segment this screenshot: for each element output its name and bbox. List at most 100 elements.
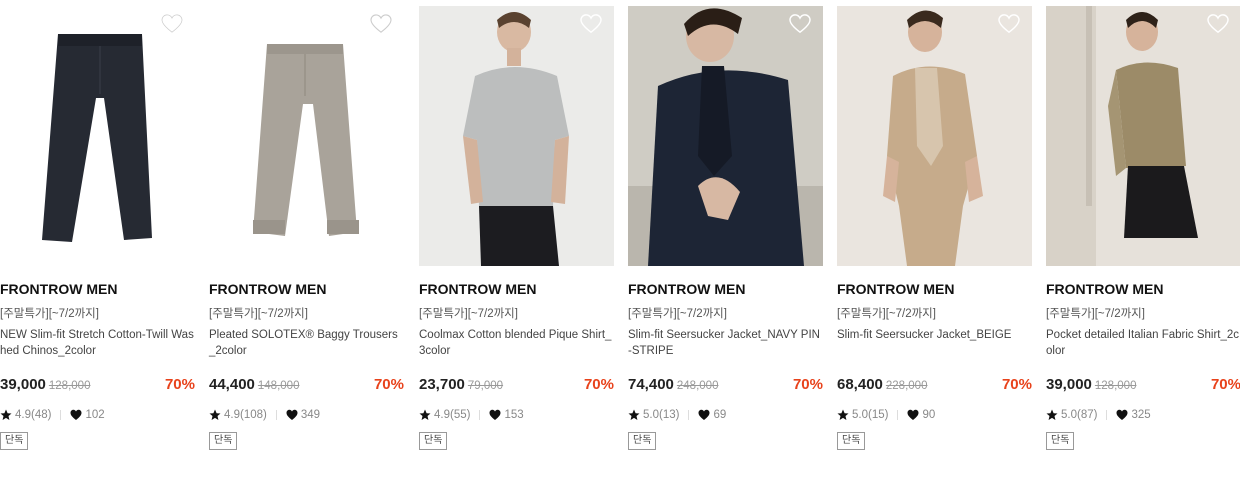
like-heart-icon (70, 409, 82, 420)
rating-text: 4.9(55) (434, 409, 471, 421)
wishlist-heart-icon[interactable] (998, 14, 1020, 34)
price-row: 68,400 228,000 70% (837, 376, 1032, 396)
promo-label: [주말특가][~7/2까지] (209, 308, 308, 320)
original-price: 79,000 (467, 380, 504, 392)
review-meta: 4.9(108) 349 (209, 408, 404, 422)
discount-rate: 70% (1001, 376, 1032, 393)
sale-price: 39,000 (1046, 376, 1092, 393)
review-meta: 5.0(15) 90 (837, 408, 1032, 422)
price-row: 23,700 79,000 70% (419, 376, 614, 396)
meta-divider (479, 410, 481, 420)
discount-rate: 70% (1210, 376, 1240, 393)
discount-rate: 70% (792, 376, 823, 393)
original-price: 228,000 (885, 380, 928, 392)
product-image[interactable] (837, 6, 1032, 266)
product-card[interactable]: FRONTROW MEN [주말특가][~7/2까지] Slim-fit See… (837, 6, 1032, 450)
product-photo (209, 6, 404, 266)
like-count: 153 (504, 409, 524, 421)
original-price: 128,000 (48, 380, 91, 392)
like-count: 325 (1131, 409, 1151, 421)
like-count: 102 (85, 409, 105, 421)
review-meta: 5.0(87) 325 (1046, 408, 1240, 422)
rating-text: 5.0(87) (1061, 409, 1098, 421)
exclusive-badge: 단독 (419, 432, 448, 450)
brand-name[interactable]: FRONTROW MEN (209, 281, 404, 298)
product-card[interactable]: FRONTROW MEN [주말특가][~7/2까지] Coolmax Cott… (419, 6, 614, 450)
product-image[interactable] (0, 6, 195, 266)
promo-label: [주말특가][~7/2까지] (1046, 308, 1145, 320)
wishlist-heart-icon[interactable] (370, 14, 392, 34)
like-heart-icon (907, 409, 919, 420)
star-icon (0, 409, 12, 420)
price-row: 44,400 148,000 70% (209, 376, 404, 396)
promo-label: [주말특가][~7/2까지] (628, 308, 727, 320)
brand-name[interactable]: FRONTROW MEN (1046, 281, 1240, 298)
product-image[interactable] (1046, 6, 1240, 266)
like-heart-icon (286, 409, 298, 420)
product-photo (419, 6, 614, 266)
product-photo (1046, 6, 1240, 266)
original-price: 148,000 (257, 380, 300, 392)
star-icon (419, 409, 431, 420)
product-name[interactable]: Pleated SOLOTEX® Baggy Trousers_2color (209, 327, 404, 363)
rating-text: 4.9(108) (224, 409, 267, 421)
wishlist-heart-icon[interactable] (1207, 14, 1229, 34)
product-card[interactable]: FRONTROW MEN [주말특가][~7/2까지] Pocket detai… (1046, 6, 1240, 450)
promo-label: [주말특가][~7/2까지] (419, 308, 518, 320)
review-meta: 4.9(48) 102 (0, 408, 195, 422)
like-count: 349 (300, 409, 321, 421)
promo-label: [주말특가][~7/2까지] (837, 308, 936, 320)
brand-name[interactable]: FRONTROW MEN (419, 281, 614, 298)
price-row: 39,000 128,000 70% (1046, 376, 1240, 396)
brand-name[interactable]: FRONTROW MEN (837, 281, 1032, 298)
wishlist-heart-icon[interactable] (789, 14, 811, 34)
brand-name[interactable]: FRONTROW MEN (628, 281, 823, 298)
rating-text: 4.9(48) (15, 409, 52, 421)
sale-price: 39,000 (0, 376, 46, 393)
product-name[interactable]: Slim-fit Seersucker Jacket_NAVY PIN-STRI… (628, 327, 823, 363)
price-row: 39,000 128,000 70% (0, 376, 195, 396)
rating-text: 5.0(15) (852, 409, 889, 421)
star-icon (837, 409, 849, 420)
star-icon (628, 409, 640, 420)
exclusive-badge: 단독 (1046, 432, 1075, 450)
discount-rate: 70% (583, 376, 614, 393)
price-row: 74,400 248,000 70% (628, 376, 823, 396)
meta-divider (897, 410, 899, 420)
like-count: 69 (713, 409, 727, 421)
meta-divider (1106, 410, 1108, 420)
product-photo (837, 6, 1032, 266)
like-heart-icon (698, 409, 710, 420)
product-image[interactable] (209, 6, 404, 266)
product-image[interactable] (628, 6, 823, 266)
sale-price: 23,700 (419, 376, 465, 393)
product-card[interactable]: FRONTROW MEN [주말특가][~7/2까지] Pleated SOLO… (209, 6, 404, 450)
sale-price: 68,400 (837, 376, 883, 393)
original-price: 248,000 (676, 380, 719, 392)
star-icon (1046, 409, 1058, 420)
rating-text: 5.0(13) (643, 409, 680, 421)
product-name[interactable]: Coolmax Cotton blended Pique Shirt_3colo… (419, 327, 614, 363)
wishlist-heart-icon[interactable] (580, 14, 602, 34)
meta-divider (60, 410, 62, 420)
review-meta: 5.0(13) 69 (628, 408, 823, 422)
exclusive-badge: 단독 (0, 432, 29, 450)
original-price: 128,000 (1094, 380, 1137, 392)
like-heart-icon (489, 409, 501, 420)
product-image[interactable] (419, 6, 614, 266)
product-name[interactable]: Slim-fit Seersucker Jacket_BEIGE (837, 327, 1032, 363)
exclusive-badge: 단독 (628, 432, 657, 450)
meta-divider (688, 410, 690, 420)
wishlist-heart-icon[interactable] (161, 14, 183, 34)
product-name[interactable]: NEW Slim-fit Stretch Cotton-Twill Washed… (0, 327, 195, 363)
product-name[interactable]: Pocket detailed Italian Fabric Shirt_2co… (1046, 327, 1240, 363)
discount-rate: 70% (164, 376, 195, 393)
discount-rate: 70% (373, 376, 404, 393)
like-heart-icon (1116, 409, 1128, 420)
product-card[interactable]: FRONTROW MEN [주말특가][~7/2까지] NEW Slim-fit… (0, 6, 195, 450)
promo-label: [주말특가][~7/2까지] (0, 308, 99, 320)
brand-name[interactable]: FRONTROW MEN (0, 281, 195, 298)
product-grid: FRONTROW MEN [주말특가][~7/2까지] NEW Slim-fit… (0, 0, 1240, 485)
product-photo (628, 6, 823, 266)
product-card[interactable]: FRONTROW MEN [주말특가][~7/2까지] Slim-fit See… (628, 6, 823, 450)
